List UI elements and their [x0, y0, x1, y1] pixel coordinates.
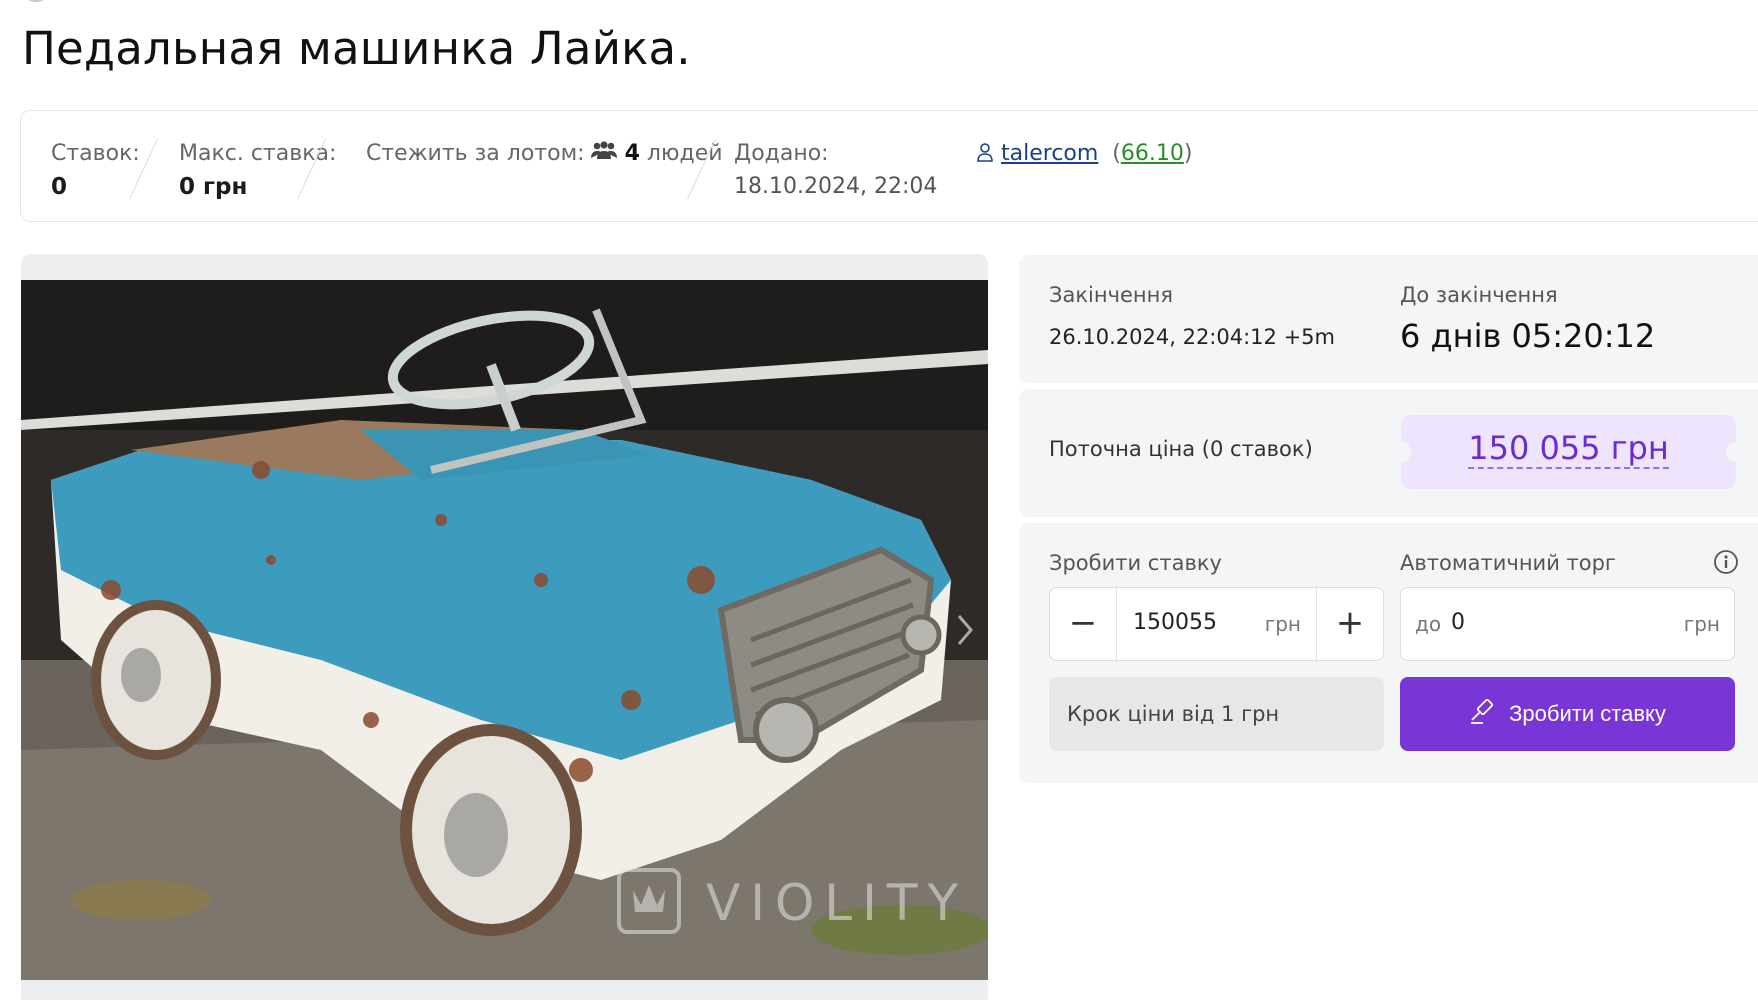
watchers-count: 4 [624, 141, 640, 166]
seller-rating-value[interactable]: 66.10 [1121, 141, 1184, 166]
gavel-icon [1469, 697, 1497, 731]
countdown-value: 6 днів 05:20:12 [1400, 317, 1656, 355]
photo-watermark: VIOLITY [706, 874, 968, 932]
auto-bid-unit: грн [1683, 612, 1720, 636]
auto-bid-prefix: до [1415, 612, 1442, 636]
watchers-stat: Стежить за лотом: 4 людей [366, 141, 723, 167]
top-scroll-indicator [25, 0, 47, 2]
bid-amount-input[interactable]: 150055 [1133, 610, 1217, 635]
lot-photo[interactable]: VIOLITY [21, 280, 988, 980]
lot-stats-bar: Ставок: 0 Макс. ставка: 0 грн Стежить за… [20, 110, 1758, 222]
bid-label: Зробити ставку [1049, 551, 1222, 575]
bid-amount-stepper: − 150055 грн + [1049, 587, 1384, 661]
info-icon[interactable] [1713, 549, 1739, 579]
seller-rating[interactable]: (66.10) [1105, 141, 1192, 166]
auto-bid-label: Автоматичний торг [1400, 551, 1616, 575]
page-title: Педальная машинка Лайка. [22, 22, 691, 75]
auto-bid-input[interactable]: до 0 грн [1400, 587, 1735, 661]
bid-panel: Зробити ставку Автоматичний торг − 15005… [1019, 523, 1758, 783]
users-icon [589, 141, 619, 167]
ending-panel: Закінчення 26.10.2024, 22:04:12 +5m До з… [1019, 255, 1758, 383]
place-bid-label: Зробити ставку [1509, 701, 1666, 726]
place-bid-button[interactable]: Зробити ставку [1400, 677, 1735, 751]
bids-label: Ставок: [51, 141, 140, 166]
end-value: 26.10.2024, 22:04:12 +5m [1049, 325, 1335, 349]
pedal-car-illustration: VIOLITY [21, 280, 988, 980]
auto-bid-value[interactable]: 0 [1451, 610, 1465, 635]
current-price-label: Поточна ціна (0 ставок) [1049, 437, 1313, 461]
decrease-bid-button[interactable]: − [1050, 588, 1117, 660]
end-label: Закінчення [1049, 283, 1174, 307]
bids-count-stat: Ставок: 0 [51, 141, 140, 200]
max-bid-stat: Макс. ставка: 0 грн [179, 141, 336, 200]
bid-amount-unit: грн [1264, 612, 1301, 636]
lot-photo-gallery[interactable]: VIOLITY [21, 254, 988, 1000]
price-step-note: Крок ціни від 1 грн [1049, 677, 1384, 751]
added-date-stat: Додано: 18.10.2024, 22:04 [734, 141, 937, 199]
seller-info: talercom (66.10) [976, 141, 1192, 166]
increase-bid-button[interactable]: + [1316, 588, 1383, 660]
added-value: 18.10.2024, 22:04 [734, 174, 938, 199]
seller-link[interactable]: talercom [1001, 141, 1098, 166]
current-price-panel: Поточна ціна (0 ставок) 150 055 грн [1019, 389, 1758, 517]
bids-value: 0 [51, 174, 68, 200]
countdown-label: До закінчення [1400, 283, 1558, 307]
added-label: Додано: [734, 141, 829, 166]
current-price-amount: 150 055 грн [1468, 429, 1669, 469]
user-icon [976, 141, 994, 166]
max-bid-value: 0 грн [179, 174, 248, 200]
current-price-ticket: 150 055 грн [1391, 415, 1746, 489]
current-price-value: 150 055 грн [1401, 429, 1736, 469]
watchers-label: Стежить за лотом: [366, 141, 585, 166]
